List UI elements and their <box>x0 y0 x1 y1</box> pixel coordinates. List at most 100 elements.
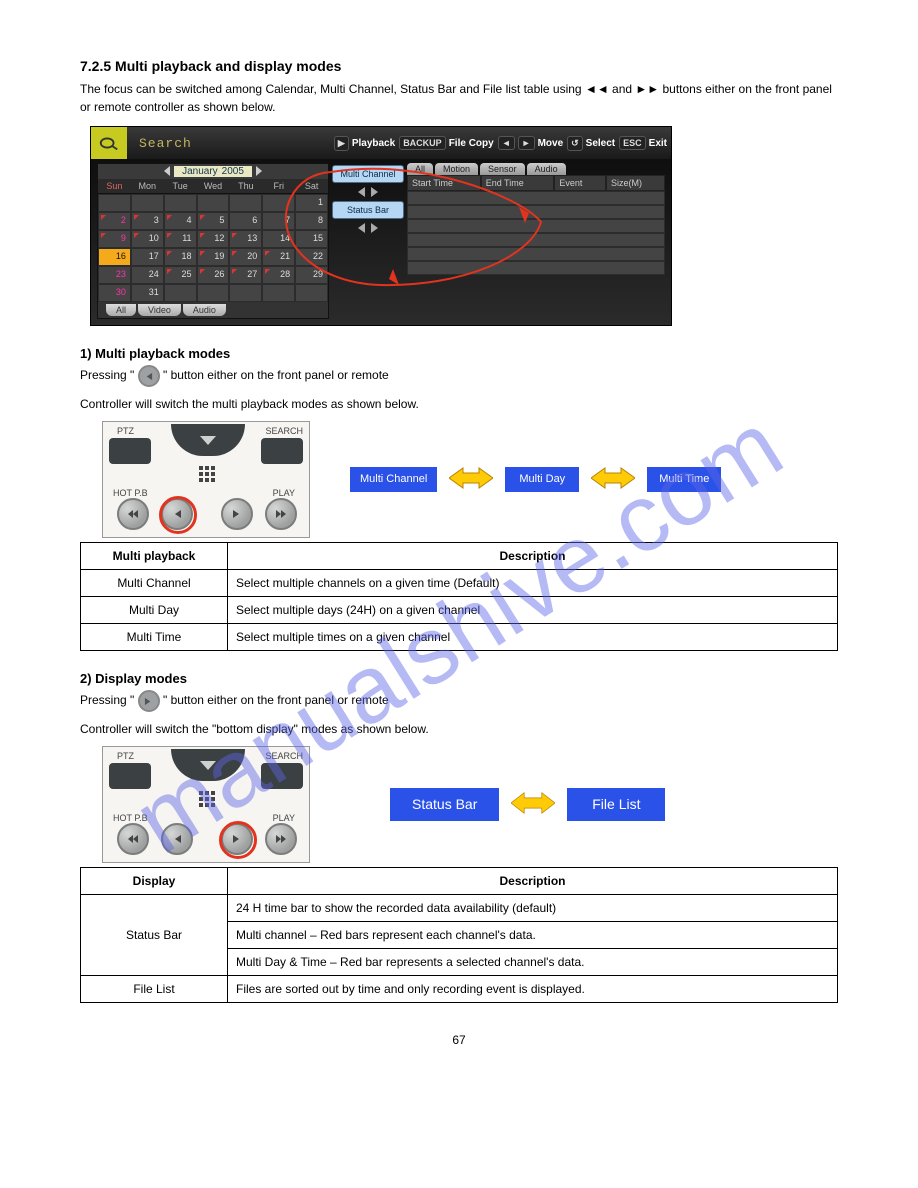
display-para1: Pressing " " button either on the front … <box>80 690 838 712</box>
calendar-day[interactable] <box>295 284 328 302</box>
display-para2: Controller will switch the "bottom displ… <box>80 720 838 738</box>
col-start: Start Time <box>407 175 481 191</box>
status-bar-button[interactable]: Status Bar <box>332 201 404 219</box>
calendar-day[interactable] <box>197 194 230 212</box>
box-status-bar: Status Bar <box>390 788 499 821</box>
calendar-day[interactable]: 18 <box>164 248 197 266</box>
event-tab-all[interactable]: All <box>407 163 433 175</box>
calendar-day[interactable]: 17 <box>131 248 164 266</box>
calendar-tab-all[interactable]: All <box>106 304 136 316</box>
playback-tool[interactable]: ▶Playback <box>334 136 395 151</box>
calendar-day[interactable]: 5 <box>197 212 230 230</box>
grid-icon <box>199 466 215 482</box>
calendar-day[interactable] <box>164 194 197 212</box>
search-button <box>261 763 303 789</box>
calendar-day[interactable] <box>98 194 131 212</box>
th-desc: Description <box>228 868 838 895</box>
calendar[interactable]: January2005 SunMonTueWedThuFriSat 123456… <box>97 163 329 319</box>
calendar-day[interactable]: 12 <box>197 230 230 248</box>
calendar-day[interactable]: 6 <box>229 212 262 230</box>
double-arrow-icon <box>511 789 555 820</box>
calendar-day[interactable] <box>131 194 164 212</box>
table-row: Multi ChannelSelect multiple channels on… <box>81 570 838 597</box>
calendar-day[interactable]: 2 <box>98 212 131 230</box>
select-tool[interactable]: ↺Select <box>567 136 615 151</box>
calendar-day[interactable]: 20 <box>229 248 262 266</box>
calendar-day[interactable]: 22 <box>295 248 328 266</box>
label-ptz: PTZ <box>117 751 134 761</box>
calendar-day[interactable]: 31 <box>131 284 164 302</box>
skip-back-icon <box>161 823 193 855</box>
cal-prev-icon[interactable] <box>164 166 170 176</box>
calendar-tab-audio[interactable]: Audio <box>183 304 226 316</box>
table-row: Multi TimeSelect multiple times on a giv… <box>81 624 838 651</box>
backup-tool[interactable]: BACKUPFile Copy <box>399 136 494 150</box>
calendar-day[interactable] <box>229 194 262 212</box>
box-multi-channel: Multi Channel <box>350 467 437 492</box>
calendar-day[interactable]: 10 <box>131 230 164 248</box>
cal-next-icon[interactable] <box>256 166 262 176</box>
table-row[interactable] <box>407 247 665 261</box>
label-ptz: PTZ <box>117 426 134 436</box>
calendar-day[interactable] <box>197 284 230 302</box>
calendar-day[interactable]: 14 <box>262 230 295 248</box>
exit-tool[interactable]: ESCExit <box>619 136 667 150</box>
calendar-day[interactable]: 9 <box>98 230 131 248</box>
double-arrow-icon <box>591 464 635 495</box>
calendar-dow: Thu <box>229 179 262 194</box>
event-tab-sensor[interactable]: Sensor <box>480 163 525 175</box>
calendar-day[interactable]: 27 <box>229 266 262 284</box>
calendar-day[interactable]: 8 <box>295 212 328 230</box>
calendar-day[interactable]: 1 <box>295 194 328 212</box>
multi-channel-button[interactable]: Multi Channel <box>332 165 404 183</box>
col-end: End Time <box>481 175 555 191</box>
ptz-button <box>109 438 151 464</box>
calendar-day[interactable]: 7 <box>262 212 295 230</box>
calendar-day[interactable]: 24 <box>131 266 164 284</box>
calendar-tab-video[interactable]: Video <box>138 304 181 316</box>
calendar-dow: Sun <box>98 179 131 194</box>
multi-playback-diagram: Multi Channel Multi Day Multi Time <box>350 464 721 495</box>
move-tool[interactable]: ◄►Move <box>498 136 563 150</box>
calendar-day[interactable]: 29 <box>295 266 328 284</box>
calendar-day[interactable] <box>262 194 295 212</box>
calendar-day[interactable] <box>262 284 295 302</box>
event-list[interactable]: All Motion Sensor Audio Start Time End T… <box>407 163 665 319</box>
box-multi-time: Multi Time <box>647 467 721 492</box>
table-row[interactable] <box>407 261 665 275</box>
table-row[interactable] <box>407 233 665 247</box>
calendar-day[interactable]: 4 <box>164 212 197 230</box>
calendar-day[interactable]: 15 <box>295 230 328 248</box>
multi-play-para2: Controller will switch the multi playbac… <box>80 395 838 413</box>
display-diagram: Status Bar File List <box>390 788 665 821</box>
event-tab-audio[interactable]: Audio <box>527 163 566 175</box>
calendar-day[interactable]: 26 <box>197 266 230 284</box>
search-button <box>261 438 303 464</box>
calendar-day[interactable]: 23 <box>98 266 131 284</box>
rewind-icon <box>117 823 149 855</box>
table-row[interactable] <box>407 205 665 219</box>
calendar-day[interactable]: 30 <box>98 284 131 302</box>
calendar-day[interactable]: 13 <box>229 230 262 248</box>
rewind-icon <box>117 498 149 530</box>
skip-back-icon <box>138 365 160 387</box>
calendar-day[interactable]: 25 <box>164 266 197 284</box>
calendar-day[interactable]: 3 <box>131 212 164 230</box>
calendar-day[interactable]: 21 <box>262 248 295 266</box>
calendar-day[interactable]: 19 <box>197 248 230 266</box>
label-search: SEARCH <box>265 751 303 761</box>
table-row[interactable] <box>407 219 665 233</box>
calendar-day[interactable] <box>164 284 197 302</box>
calendar-day[interactable] <box>229 284 262 302</box>
display-table: Display Description Status Bar 24 H time… <box>80 867 838 1003</box>
label-search: SEARCH <box>265 426 303 436</box>
calendar-day[interactable]: 11 <box>164 230 197 248</box>
box-file-list: File List <box>567 788 665 821</box>
calendar-dow: Sat <box>295 179 328 194</box>
calendar-day[interactable]: 28 <box>262 266 295 284</box>
event-tab-motion[interactable]: Motion <box>435 163 478 175</box>
table-row[interactable] <box>407 191 665 205</box>
calendar-month[interactable]: January2005 <box>174 166 252 177</box>
calendar-day[interactable]: 16 <box>98 248 131 266</box>
th-display: Display <box>81 868 228 895</box>
